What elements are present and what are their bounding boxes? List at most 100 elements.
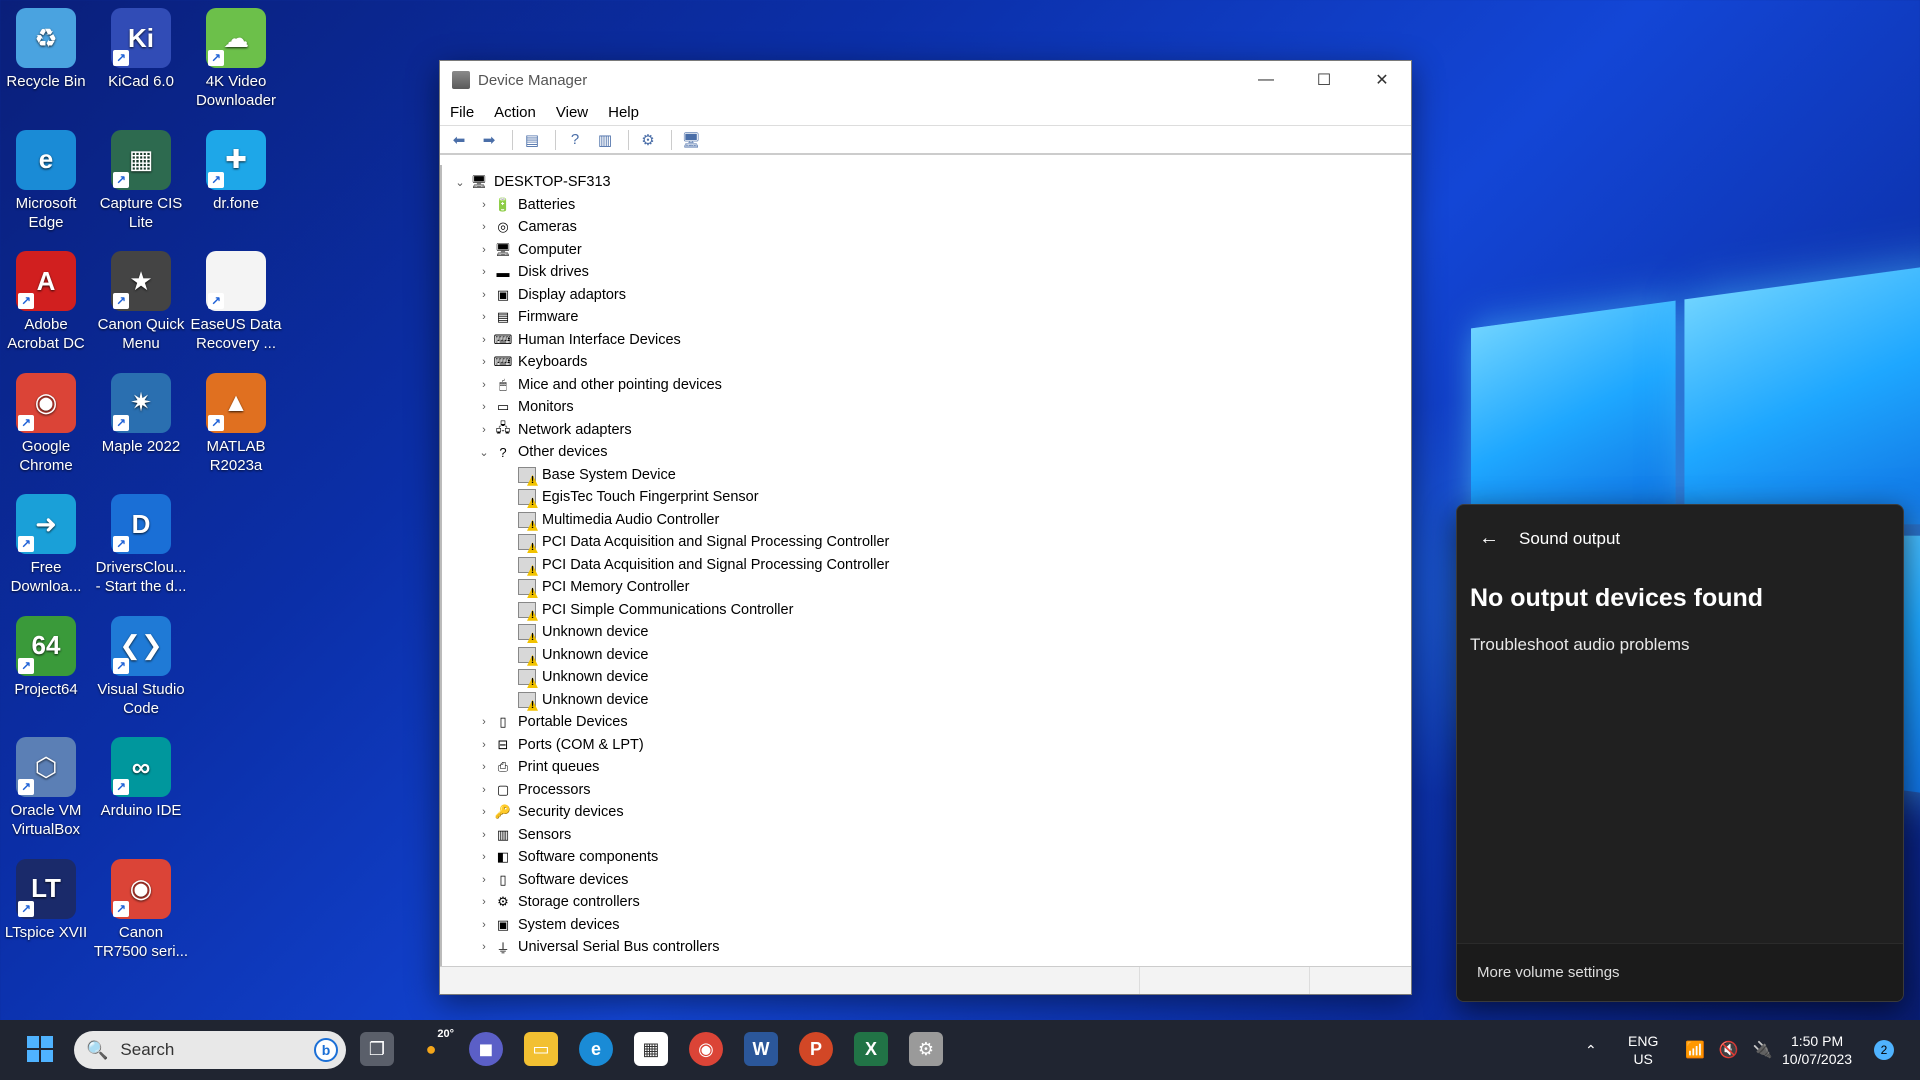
tree-category[interactable]: › ⊟ Ports (COM & LPT) <box>450 734 1411 757</box>
desktop-icon[interactable]: A ↗ Adobe Acrobat DC <box>0 245 94 353</box>
tree-device[interactable]: Unknown device <box>450 689 1411 712</box>
chevron-right-icon[interactable]: › <box>474 401 494 413</box>
tree-category[interactable]: › 🖥 Computer <box>450 239 1411 262</box>
bing-icon[interactable]: b <box>314 1038 338 1062</box>
tree-category[interactable]: › ▤ Firmware <box>450 306 1411 329</box>
tree-device[interactable]: PCI Data Acquisition and Signal Processi… <box>450 531 1411 554</box>
show-hide-console-tree-icon[interactable]: ▤ <box>519 129 545 151</box>
tree-category[interactable]: › ◧ Software components <box>450 846 1411 869</box>
chevron-right-icon[interactable]: › <box>474 851 494 863</box>
show-hidden-icons-chevron[interactable]: ⌃ <box>1585 1020 1597 1080</box>
tree-category[interactable]: › ⏚ Universal Serial Bus controllers <box>450 936 1411 959</box>
chevron-right-icon[interactable]: › <box>474 829 494 841</box>
tree-category[interactable]: › ▣ Display adaptors <box>450 284 1411 307</box>
chevron-right-icon[interactable]: › <box>474 379 494 391</box>
tree-category[interactable]: › ⌨ Keyboards <box>450 351 1411 374</box>
troubleshoot-link[interactable]: Troubleshoot audio problems <box>1457 613 1903 655</box>
tree-category[interactable]: › ▯ Portable Devices <box>450 711 1411 734</box>
title-bar[interactable]: Device Manager — ☐ ✕ <box>440 61 1411 99</box>
chrome-icon[interactable]: ◉ <box>689 1032 723 1066</box>
quick-settings[interactable]: 📶 🔇 🔌 <box>1675 1020 1783 1080</box>
chevron-right-icon[interactable]: › <box>474 424 494 436</box>
chevron-right-icon[interactable]: › <box>474 199 494 211</box>
tree-category[interactable]: › ⌨ Human Interface Devices <box>450 329 1411 352</box>
chevron-right-icon[interactable]: › <box>474 334 494 346</box>
maximize-button[interactable]: ☐ <box>1295 61 1353 99</box>
more-volume-settings-link[interactable]: More volume settings <box>1457 943 1903 1001</box>
desktop-icon[interactable]: LT ↗ LTspice XVII <box>0 853 94 942</box>
tree-category[interactable]: › 🔑 Security devices <box>450 801 1411 824</box>
teams-chat-icon[interactable]: ◼ <box>469 1032 503 1066</box>
edge-icon[interactable]: e <box>579 1032 613 1066</box>
tree-device[interactable]: PCI Memory Controller <box>450 576 1411 599</box>
tree-category[interactable]: › ▬ Disk drives <box>450 261 1411 284</box>
tree-category[interactable]: › ⚙ Storage controllers <box>450 891 1411 914</box>
excel-icon[interactable]: X <box>854 1032 888 1066</box>
chevron-right-icon[interactable]: › <box>474 896 494 908</box>
device-manager-taskbar-icon[interactable]: ⚙ <box>909 1032 943 1066</box>
start-button[interactable] <box>23 1032 57 1066</box>
desktop-icon[interactable]: ➜ ↗ Free Downloa... <box>0 488 94 596</box>
desktop-icon[interactable]: ✚ ↗ dr.fone <box>188 124 284 213</box>
clock[interactable]: 1:50 PM 10/07/2023 <box>1782 1020 1852 1080</box>
tree-category[interactable]: › ▢ Processors <box>450 779 1411 802</box>
tree-category[interactable]: › 🖧 Network adapters <box>450 419 1411 442</box>
tree-device[interactable]: Unknown device <box>450 644 1411 667</box>
chevron-right-icon[interactable]: › <box>474 874 494 886</box>
tree-device[interactable]: PCI Simple Communications Controller <box>450 599 1411 622</box>
close-button[interactable]: ✕ <box>1353 61 1411 99</box>
tree-device[interactable]: EgisTec Touch Fingerprint Sensor <box>450 486 1411 509</box>
desktop-icon[interactable]: 64 ↗ Project64 <box>0 610 94 699</box>
chevron-right-icon[interactable]: › <box>474 806 494 818</box>
powerpoint-icon[interactable]: P <box>799 1032 833 1066</box>
desktop-icon[interactable]: ∞ ↗ Arduino IDE <box>93 731 189 820</box>
tree-category[interactable]: › ▥ Sensors <box>450 824 1411 847</box>
monitor-icon[interactable]: 🖥 <box>678 129 704 151</box>
desktop-icon[interactable]: ☁ ↗ 4K Video Downloader <box>188 2 284 110</box>
desktop-icon[interactable]: ★ ↗ Canon Quick Menu <box>93 245 189 353</box>
properties-icon[interactable]: ▥ <box>592 129 618 151</box>
file-explorer-icon[interactable]: ▭ <box>524 1032 558 1066</box>
tree-category[interactable]: › ⎙ Print queues <box>450 756 1411 779</box>
chevron-right-icon[interactable]: › <box>474 784 494 796</box>
tree-root[interactable]: ⌄ 🖥 DESKTOP-SF313 <box>450 171 1411 194</box>
desktop-icon[interactable]: ▲ ↗ MATLAB R2023a <box>188 367 284 475</box>
chevron-right-icon[interactable]: › <box>474 941 494 953</box>
tree-category[interactable]: ⌄? Other devices <box>450 441 1411 464</box>
back-icon[interactable]: ⬅ <box>446 129 472 151</box>
desktop-icon[interactable]: D ↗ DriversClou... - Start the d... <box>93 488 189 596</box>
tree-device[interactable]: PCI Data Acquisition and Signal Processi… <box>450 554 1411 577</box>
chevron-right-icon[interactable]: › <box>474 289 494 301</box>
back-arrow-icon[interactable]: ← <box>1479 527 1499 550</box>
task-view-icon[interactable]: ❐ <box>360 1032 394 1066</box>
store-icon[interactable]: ▦ <box>634 1032 668 1066</box>
tree-device[interactable]: Unknown device <box>450 621 1411 644</box>
desktop-icon[interactable]: ♻ Recycle Bin <box>0 2 94 91</box>
tree-category[interactable]: › ◎ Cameras <box>450 216 1411 239</box>
scan-hardware-icon[interactable]: ⚙ <box>635 129 661 151</box>
chevron-right-icon[interactable]: › <box>474 221 494 233</box>
forward-icon[interactable]: ➡ <box>476 129 502 151</box>
chevron-right-icon[interactable]: › <box>474 311 494 323</box>
menu-view[interactable]: View <box>556 104 588 121</box>
tree-device[interactable]: Unknown device <box>450 666 1411 689</box>
weather-icon[interactable]: ● 20° <box>414 1028 454 1066</box>
desktop-icon[interactable]: ↗ EaseUS Data Recovery ... <box>188 245 284 353</box>
desktop-icon[interactable]: ▦ ↗ Capture CIS Lite <box>93 124 189 232</box>
tree-category[interactable]: › ▯ Software devices <box>450 869 1411 892</box>
tree-category[interactable]: › 🔋 Batteries <box>450 194 1411 217</box>
chevron-right-icon[interactable]: › <box>474 739 494 751</box>
menu-file[interactable]: File <box>450 104 474 121</box>
word-icon[interactable]: W <box>744 1032 778 1066</box>
desktop-icon[interactable]: e Microsoft Edge <box>0 124 94 232</box>
tree-category[interactable]: › 🖱 Mice and other pointing devices <box>450 374 1411 397</box>
notification-center[interactable]: 2 <box>1874 1020 1894 1080</box>
desktop-icon[interactable]: Ki ↗ KiCad 6.0 <box>93 2 189 91</box>
chevron-right-icon[interactable]: › <box>474 244 494 256</box>
chevron-right-icon[interactable]: › <box>474 356 494 368</box>
help-icon[interactable]: ? <box>562 129 588 151</box>
chevron-right-icon[interactable]: › <box>474 919 494 931</box>
desktop-icon[interactable]: ◉ ↗ Canon TR7500 seri... <box>93 853 189 961</box>
chevron-right-icon[interactable]: › <box>474 266 494 278</box>
menu-action[interactable]: Action <box>494 104 536 121</box>
